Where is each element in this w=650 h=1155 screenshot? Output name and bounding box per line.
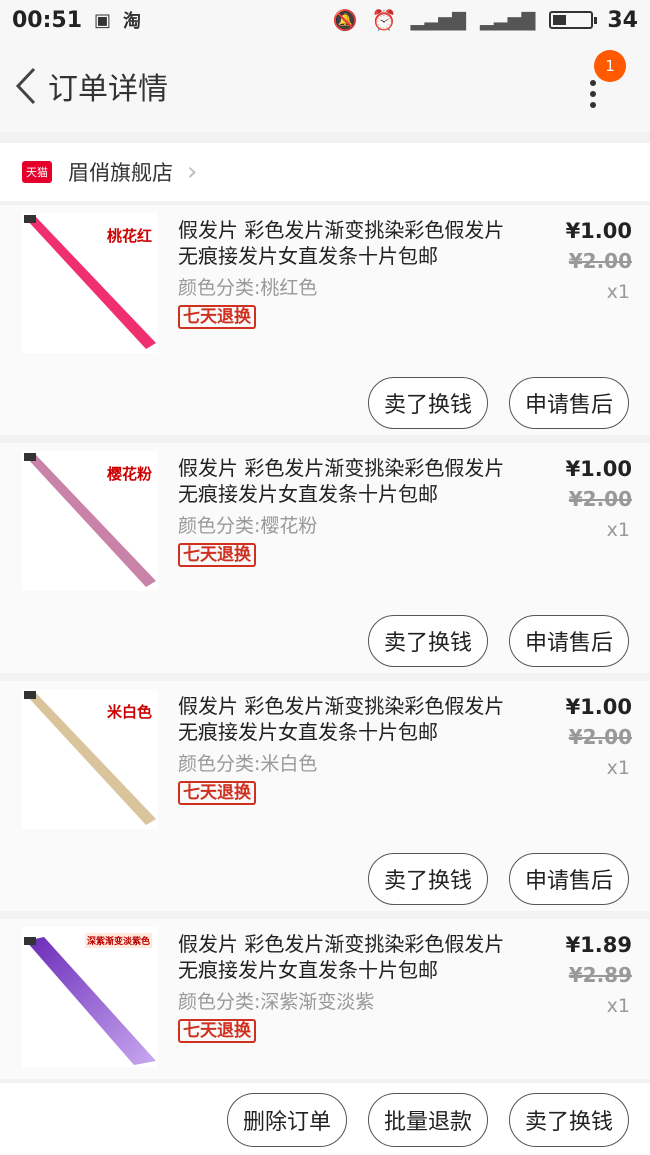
price: ¥1.89 bbox=[565, 933, 632, 957]
taobao-icon: 淘 bbox=[123, 11, 142, 32]
product-title[interactable]: 假发片 彩色发片渐变挑染彩色假发片 无痕接发片女直发条十片包邮 bbox=[178, 217, 518, 269]
sell-button[interactable]: 卖了换钱 bbox=[368, 615, 488, 667]
shop-header[interactable]: 天猫 眉俏旗舰店 › bbox=[0, 143, 650, 201]
chevron-right-icon: › bbox=[187, 157, 198, 187]
more-icon bbox=[590, 80, 596, 108]
order-item[interactable]: 米白色 假发片 彩色发片渐变挑染彩色假发片 无痕接发片女直发条十片包邮 颜色分类… bbox=[0, 681, 650, 911]
product-image: 樱花粉 bbox=[22, 451, 158, 591]
price: ¥1.00 bbox=[565, 457, 632, 481]
return-badge: 七天退换 bbox=[178, 1019, 256, 1043]
alarm-icon: ⏰ bbox=[371, 8, 397, 32]
sell-button[interactable]: 卖了换钱 bbox=[368, 853, 488, 905]
original-price: ¥2.00 bbox=[568, 725, 632, 749]
return-badge: 七天退换 bbox=[178, 781, 256, 805]
product-title[interactable]: 假发片 彩色发片渐变挑染彩色假发片 无痕接发片女直发条十片包邮 bbox=[178, 693, 518, 745]
nav-bar: 订单详情 1 bbox=[0, 40, 650, 132]
status-bar: 00:51 ▣ 淘 🔕 ⏰ ▂▃▅▇ ▂▃▅▇ 34 bbox=[0, 0, 650, 40]
battery-percent: 34 bbox=[607, 7, 638, 33]
delete-order-button[interactable]: 删除订单 bbox=[227, 1093, 347, 1147]
original-price: ¥2.00 bbox=[568, 249, 632, 273]
batch-refund-button[interactable]: 批量退款 bbox=[368, 1093, 488, 1147]
product-image: 深紫渐变淡紫色 bbox=[22, 927, 158, 1067]
signal-icon: ▂▃▅▇ bbox=[410, 9, 466, 31]
product-spec: 颜色分类:深紫渐变淡紫 bbox=[178, 991, 375, 1013]
page-title: 订单详情 bbox=[48, 72, 168, 107]
mute-icon: 🔕 bbox=[332, 8, 358, 32]
return-badge: 七天退换 bbox=[178, 305, 256, 329]
original-price: ¥2.89 bbox=[568, 963, 632, 987]
sell-button-bottom[interactable]: 卖了换钱 bbox=[509, 1093, 629, 1147]
price: ¥1.00 bbox=[565, 219, 632, 243]
quantity: x1 bbox=[606, 757, 630, 779]
order-item[interactable]: 深紫渐变淡紫色 假发片 彩色发片渐变挑染彩色假发片 无痕接发片女直发条十片包邮 … bbox=[0, 919, 650, 1079]
after-sales-button[interactable]: 申请售后 bbox=[509, 853, 629, 905]
product-title[interactable]: 假发片 彩色发片渐变挑染彩色假发片 无痕接发片女直发条十片包邮 bbox=[178, 455, 518, 507]
product-title[interactable]: 假发片 彩色发片渐变挑染彩色假发片 无痕接发片女直发条十片包邮 bbox=[178, 931, 518, 983]
product-image: 桃花红 bbox=[22, 213, 158, 353]
product-spec: 颜色分类:米白色 bbox=[178, 753, 318, 775]
bottom-action-bar: 删除订单 批量退款 卖了换钱 bbox=[0, 1083, 650, 1155]
product-tag: 深紫渐变淡紫色 bbox=[84, 933, 152, 948]
after-sales-button[interactable]: 申请售后 bbox=[509, 615, 629, 667]
order-item[interactable]: 樱花粉 假发片 彩色发片渐变挑染彩色假发片 无痕接发片女直发条十片包邮 颜色分类… bbox=[0, 443, 650, 673]
product-image: 米白色 bbox=[22, 689, 158, 829]
product-tag: 樱花粉 bbox=[106, 465, 152, 483]
battery-icon bbox=[549, 11, 598, 29]
original-price: ¥2.00 bbox=[568, 487, 632, 511]
quantity: x1 bbox=[606, 519, 630, 541]
shop-name: 眉俏旗舰店 bbox=[68, 161, 173, 185]
sell-button[interactable]: 卖了换钱 bbox=[368, 377, 488, 429]
after-sales-button[interactable]: 申请售后 bbox=[509, 377, 629, 429]
signal-icon-2: ▂▃▅▇ bbox=[480, 9, 536, 31]
notification-badge: 1 bbox=[594, 50, 626, 82]
tmall-icon: 天猫 bbox=[22, 161, 52, 183]
status-time: 00:51 bbox=[12, 7, 83, 33]
product-tag: 米白色 bbox=[106, 703, 152, 721]
image-icon: ▣ bbox=[94, 9, 112, 31]
quantity: x1 bbox=[606, 995, 630, 1017]
more-button[interactable]: 1 bbox=[578, 50, 626, 110]
back-icon[interactable] bbox=[6, 66, 46, 106]
product-tag: 桃花红 bbox=[106, 227, 152, 245]
item-list: 桃花红 假发片 彩色发片渐变挑染彩色假发片 无痕接发片女直发条十片包邮 颜色分类… bbox=[0, 205, 650, 1087]
price: ¥1.00 bbox=[565, 695, 632, 719]
quantity: x1 bbox=[606, 281, 630, 303]
order-item[interactable]: 桃花红 假发片 彩色发片渐变挑染彩色假发片 无痕接发片女直发条十片包邮 颜色分类… bbox=[0, 205, 650, 435]
return-badge: 七天退换 bbox=[178, 543, 256, 567]
product-spec: 颜色分类:桃红色 bbox=[178, 277, 318, 299]
product-spec: 颜色分类:樱花粉 bbox=[178, 515, 318, 537]
